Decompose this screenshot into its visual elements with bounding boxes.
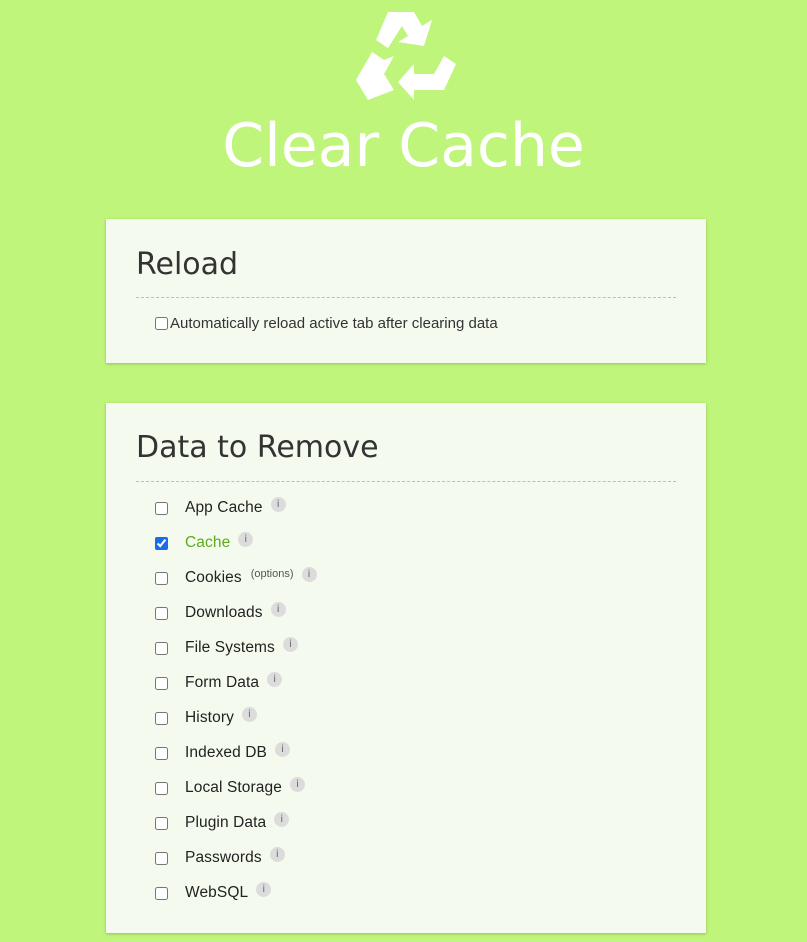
recycle-icon	[356, 12, 456, 100]
item-label[interactable]: Cache	[185, 534, 230, 552]
data-to-remove-card: Data to Remove App Cache i Cache i Cooki…	[106, 403, 706, 933]
info-icon[interactable]: i	[267, 671, 283, 687]
info-icon[interactable]: i	[301, 566, 317, 582]
item-label[interactable]: History	[185, 709, 234, 727]
item-history[interactable]: History i	[155, 706, 257, 729]
item-label[interactable]: File Systems	[185, 639, 275, 657]
auto-reload-option[interactable]: Automatically reload active tab after cl…	[155, 315, 498, 332]
app-title: Clear Cache	[222, 111, 585, 181]
file-systems-checkbox[interactable]	[155, 641, 168, 655]
item-websql[interactable]: WebSQL i	[155, 881, 272, 904]
item-label[interactable]: Cookies	[185, 569, 242, 587]
downloads-checkbox[interactable]	[155, 606, 168, 620]
reload-title: Reload	[136, 247, 239, 282]
auto-reload-checkbox[interactable]	[155, 317, 168, 330]
info-icon[interactable]: i	[282, 636, 298, 652]
history-checkbox[interactable]	[155, 711, 168, 725]
cookies-checkbox[interactable]	[155, 571, 168, 585]
info-icon[interactable]: i	[274, 811, 290, 827]
item-label[interactable]: App Cache	[185, 499, 263, 517]
cache-checkbox[interactable]	[155, 536, 168, 550]
info-icon[interactable]: i	[270, 601, 286, 617]
item-label[interactable]: WebSQL	[185, 884, 248, 902]
header: Clear Cache	[0, 0, 807, 200]
info-icon[interactable]: i	[289, 776, 305, 792]
item-label[interactable]: Local Storage	[185, 779, 282, 797]
item-passwords[interactable]: Passwords i	[155, 846, 285, 869]
item-cache[interactable]: Cache i	[155, 531, 254, 554]
form-data-checkbox[interactable]	[155, 676, 168, 690]
item-label[interactable]: Passwords	[185, 849, 262, 867]
local-storage-checkbox[interactable]	[155, 781, 168, 795]
item-form-data[interactable]: Form Data i	[155, 671, 283, 694]
data-to-remove-title: Data to Remove	[136, 430, 379, 465]
info-icon[interactable]: i	[275, 741, 290, 757]
passwords-checkbox[interactable]	[155, 851, 168, 865]
info-icon[interactable]: i	[256, 881, 272, 897]
item-indexed-db[interactable]: Indexed DB i	[155, 741, 290, 764]
info-icon[interactable]: i	[270, 496, 286, 512]
item-cookies[interactable]: Cookies (options) i	[155, 566, 317, 589]
item-label[interactable]: Plugin Data	[185, 814, 266, 832]
item-local-storage[interactable]: Local Storage i	[155, 776, 305, 799]
cookies-options-link[interactable]: (options)	[251, 568, 294, 580]
item-app-cache[interactable]: App Cache i	[155, 496, 286, 519]
info-icon[interactable]: i	[269, 846, 285, 862]
info-icon[interactable]: i	[241, 706, 257, 722]
reload-card: Reload Automatically reload active tab a…	[106, 219, 706, 363]
item-file-systems[interactable]: File Systems i	[155, 636, 298, 659]
item-label[interactable]: Indexed DB	[185, 744, 267, 762]
divider	[136, 297, 676, 298]
divider	[136, 481, 676, 482]
info-icon[interactable]: i	[238, 531, 254, 547]
plugin-data-checkbox[interactable]	[155, 816, 168, 830]
indexed-db-checkbox[interactable]	[155, 746, 168, 760]
auto-reload-label: Automatically reload active tab after cl…	[170, 315, 498, 332]
app-cache-checkbox[interactable]	[155, 501, 168, 515]
item-label[interactable]: Form Data	[185, 674, 259, 692]
item-label[interactable]: Downloads	[185, 604, 263, 622]
websql-checkbox[interactable]	[155, 886, 168, 900]
item-downloads[interactable]: Downloads i	[155, 601, 286, 624]
item-plugin-data[interactable]: Plugin Data i	[155, 811, 290, 834]
